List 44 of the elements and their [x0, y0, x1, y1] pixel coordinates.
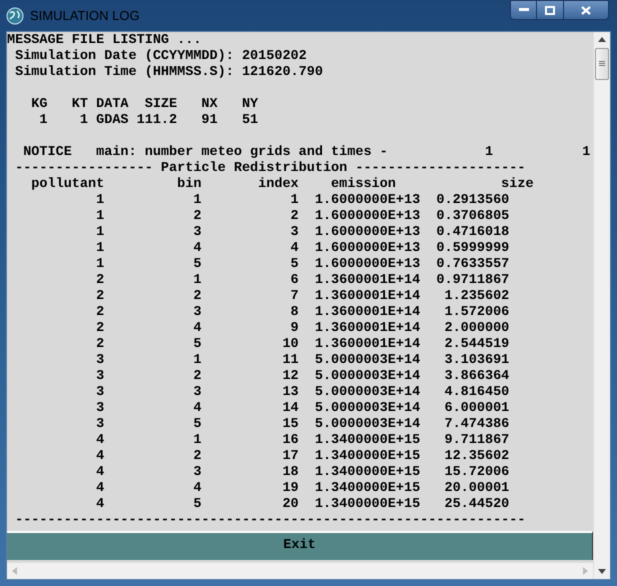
log-line: 3 2 12 5.0000003E+14 3.866364 — [95, 369, 510, 385]
log-line: Simulation Time (HHMMSS.S): 121620.790 — [14, 65, 323, 81]
log-line: 1 4 4 1.6000000E+13 0.5999999 — [95, 241, 510, 257]
log-line: 1 1 GDAS 111.2 91 51 — [38, 113, 258, 129]
log-line: pollutant bin index emission size — [30, 177, 534, 193]
log-line: 1 1 1 1.6000000E+13 0.2913560 — [95, 193, 510, 209]
log-line: 1 2 2 1.6000000E+13 0.3706805 — [95, 209, 510, 225]
log-line: Simulation Date (CCYYMMDD): 20150202 — [14, 49, 307, 65]
scroll-up-icon — [598, 37, 606, 42]
scroll-thumb[interactable] — [595, 48, 609, 80]
log-line: 4 5 20 1.3400000E+15 25.44520 — [95, 497, 510, 513]
minimize-button[interactable] — [510, 0, 537, 20]
log-line: NOTICE main: number meteo grids and times - 1 1 — [22, 145, 590, 161]
scroll-left-icon — [12, 567, 17, 575]
maximize-button[interactable] — [537, 0, 563, 20]
close-button[interactable] — [563, 0, 609, 20]
log-line: 4 1 16 1.3400000E+15 9.711867 — [95, 433, 510, 449]
log-line: ----------------- Particle Redistribution --------------------- — [14, 161, 526, 177]
log-line: 2 4 9 1.3600001E+14 2.000000 — [95, 321, 510, 337]
log-line: --------------------------------------------------------------- — [14, 513, 526, 529]
log-line: 4 3 18 1.3400000E+15 15.72006 — [95, 465, 510, 481]
scroll-down-icon — [598, 569, 606, 574]
close-icon — [581, 6, 591, 14]
log-line: 4 4 19 1.3400000E+15 20.00001 — [95, 481, 510, 497]
window-title: SIMULATION LOG — [30, 6, 140, 25]
grip-icon — [599, 61, 605, 67]
log-line: 3 4 14 5.0000003E+14 6.000001 — [95, 401, 510, 417]
log-line: 3 3 13 5.0000003E+14 4.816450 — [95, 385, 510, 401]
minimize-icon — [518, 8, 528, 12]
log-line: 2 1 6 1.3600001E+14 0.9711867 — [95, 273, 510, 289]
log-line: 2 2 7 1.3600001E+14 1.235602 — [95, 289, 510, 305]
log-line: 3 5 15 5.0000003E+14 7.474386 — [95, 417, 510, 433]
log-line: 4 2 17 1.3400000E+15 12.35602 — [95, 449, 510, 465]
vertical-scrollbar[interactable] — [593, 32, 610, 579]
log-line: 1 5 5 1.6000000E+13 0.7633557 — [95, 257, 510, 273]
log-line: 2 3 8 1.3600001E+14 1.572006 — [95, 305, 510, 321]
exit-button[interactable]: Exit — [7, 531, 593, 560]
log-line: 1 3 3 1.6000000E+13 0.4716018 — [95, 225, 510, 241]
log-line: KG KT DATA SIZE NX NY — [30, 97, 258, 113]
maximize-icon — [545, 6, 555, 14]
log-line: MESSAGE FILE LISTING ... — [7, 33, 202, 49]
scroll-right-icon — [583, 567, 588, 575]
log-line: 3 1 11 5.0000003E+14 3.103691 — [95, 353, 510, 369]
log-line: 2 5 10 1.3600001E+14 2.544519 — [95, 337, 510, 353]
